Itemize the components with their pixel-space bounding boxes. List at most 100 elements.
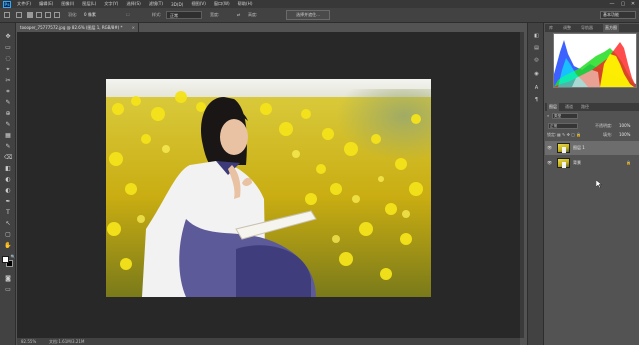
photo-illustration [106,79,431,297]
close-window-button[interactable]: ✕ [628,0,638,8]
menu-layer[interactable]: 图层(L) [82,1,96,7]
frame-tool-icon[interactable]: ⌗ [4,88,12,96]
marquee-preset-icon[interactable] [16,12,22,18]
color-panel-icon[interactable]: ◎ [533,57,540,64]
foreground-color-swatch[interactable] [2,256,9,263]
tab-layers[interactable]: 图层 [547,103,559,111]
intersect-selection-icon[interactable] [54,12,60,18]
height-label: 高度: [248,12,258,17]
layers-panel: ⌕ 类型 正常 不透明度: 100% 锁定: ▦ ✎ ✥ ▢ 🔒 填充: 100… [545,111,639,345]
search-icon[interactable]: ⌕ [547,113,549,120]
zoom-level[interactable]: 82.55% [21,339,36,344]
menu-image[interactable]: 图像(I) [61,1,74,7]
tab-paths[interactable]: 路径 [579,103,591,111]
collapsed-panels-strip: ◧ ▤ ◎ ◉ A ¶ [527,23,544,345]
style-value: 正常 [170,13,178,18]
menu-type[interactable]: 文字(Y) [104,1,118,7]
eraser-tool-icon[interactable]: ⌫ [4,154,12,162]
tab-adjustments[interactable]: 调整 [561,24,573,32]
canvas-scrollbar[interactable] [520,32,524,338]
marquee-tool-icon[interactable]: ▭ [4,44,12,52]
visibility-eye-icon[interactable]: 👁 [547,145,552,150]
quick-mask-icon[interactable]: ◙ [4,275,12,283]
lasso-tool-icon[interactable]: ◌ [4,55,12,63]
fill-label: 填充: [603,132,613,137]
layer-thumbnail [557,143,570,153]
layer-row-layer1[interactable]: 👁 图层 1 [545,141,639,155]
new-selection-icon[interactable] [27,12,33,18]
options-bar: 羽化: 0 像素 ☐ 样式: 正常 宽度: ⇄ 高度: 选择并遮住... 基本功… [0,8,639,23]
history-panel-icon[interactable]: ◧ [533,33,540,40]
blend-mode-select[interactable]: 正常 [548,123,578,129]
menu-filter[interactable]: 滤镜(T) [149,1,163,7]
histogram-panel-tabs: 库 调整 导航器 直方图 [545,24,639,32]
feather-label: 羽化: [68,12,78,17]
minimize-button[interactable]: — [607,0,617,8]
menu-file[interactable]: 文件(F) [17,1,31,7]
subtract-selection-icon[interactable] [45,12,51,18]
layer-thumbnail [557,158,570,168]
layer-filter-select[interactable]: 类型 [552,113,578,119]
menu-window[interactable]: 窗口(W) [214,1,230,7]
hand-tool-icon[interactable]: ✋ [4,242,12,250]
tab-channels[interactable]: 通道 [563,103,575,111]
gradient-tool-icon[interactable]: ◧ [4,165,12,173]
add-selection-icon[interactable] [36,12,42,18]
layer-name: 背景 [573,160,581,165]
lock-options-icon[interactable]: ▦ ✎ ✥ ▢ 🔒 [557,132,581,139]
close-tab-icon[interactable]: × [132,23,135,32]
crop-tool-icon[interactable]: ✂ [4,77,12,85]
style-select[interactable]: 正常 [166,11,202,19]
visibility-eye-icon[interactable]: 👁 [547,160,552,165]
menu-3d[interactable]: 3D(D) [171,2,183,7]
tools-panel: ✥ ▭ ◌ ⌖ ✂ ⌗ ✎ ⊕ ✎ ▦ ✎ ⌫ ◧ ◐ ◐ ✒ T ↖ ▢ ✋ … [0,23,16,345]
home-icon[interactable] [4,12,10,18]
photo-canvas-image[interactable] [106,79,431,297]
opacity-input[interactable]: 100% [619,123,630,130]
swap-icon[interactable]: ⇄ [237,12,240,17]
character-panel-icon[interactable]: A [533,85,540,92]
properties-panel-icon[interactable]: ▤ [533,45,540,52]
lock-label: 锁定: [547,132,557,137]
document-tab-title: toooper_75777572.jpg @ 82.6% (图层 1, RGB/… [20,25,123,30]
info-panel-icon[interactable]: ◉ [533,71,540,78]
eyedropper-tool-icon[interactable]: ✎ [4,99,12,107]
type-tool-icon[interactable]: T [4,209,12,217]
workspace-select[interactable]: 基本功能 [600,11,636,19]
status-bar: 82.55% 文档:1.61M/3.21M [17,338,520,345]
feather-input[interactable]: 0 像素 [84,12,96,18]
tab-histogram[interactable]: 直方图 [603,24,619,32]
menu-bar: Ps 文件(F) 编辑(E) 图像(I) 图层(L) 文字(Y) 选择(S) 滤… [0,0,639,8]
document-tab[interactable]: toooper_75777572.jpg @ 82.6% (图层 1, RGB/… [17,23,139,32]
menu-view[interactable]: 视图(V) [191,1,206,7]
tab-libraries[interactable]: 库 [547,24,555,32]
quick-select-tool-icon[interactable]: ⌖ [4,66,12,74]
menu-help[interactable]: 帮助(H) [238,1,253,7]
paragraph-panel-icon[interactable]: ¶ [533,97,540,104]
layers-panel-tabs: 图层 通道 路径 [545,103,639,111]
photoshop-logo-icon: Ps [3,0,11,8]
screen-mode-icon[interactable]: ▭ [4,286,12,294]
anti-alias-checkbox[interactable]: ☐ [126,12,130,17]
maximize-button[interactable]: ▢ [618,0,628,8]
rectangle-tool-icon[interactable]: ▢ [4,231,12,239]
brush-tool-icon[interactable]: ✎ [4,121,12,129]
clone-stamp-tool-icon[interactable]: ▦ [4,132,12,140]
pen-tool-icon[interactable]: ✒ [4,198,12,206]
document-size[interactable]: 文档:1.61M/3.21M [49,339,84,345]
menu-edit[interactable]: 编辑(E) [39,1,53,7]
history-brush-tool-icon[interactable]: ✎ [4,143,12,151]
opacity-label: 不透明度: [595,123,613,128]
fill-input[interactable]: 100% [619,132,630,139]
path-select-tool-icon[interactable]: ↖ [4,220,12,228]
width-label: 宽度: [210,12,220,17]
layer-row-background[interactable]: 👁 背景 🔒 [545,156,639,170]
dodge-tool-icon[interactable]: ◐ [4,187,12,195]
healing-brush-tool-icon[interactable]: ⊕ [4,110,12,118]
blur-tool-icon[interactable]: ◐ [4,176,12,184]
menu-select[interactable]: 选择(S) [126,1,140,7]
move-tool-icon[interactable]: ✥ [4,33,12,41]
select-and-mask-button[interactable]: 选择并遮住... [286,10,330,20]
tab-navigator[interactable]: 导航器 [579,24,595,32]
histogram-chart [553,33,637,88]
